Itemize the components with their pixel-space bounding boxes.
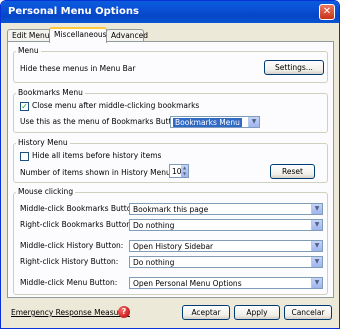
- stepper-arrows-icon[interactable]: ▲ ▼: [181, 165, 188, 177]
- right-click-history-label: Right-click History Button:: [20, 257, 119, 266]
- help-icon[interactable]: ?: [118, 306, 130, 318]
- mouse-clicking-group: Mouse clicking Middle-click Bookmarks Bu…: [13, 187, 328, 295]
- select-value: Bookmark this page: [133, 205, 209, 214]
- select-value: Bookmarks Menu: [173, 118, 242, 127]
- options-dialog: Personal Menu Options ✕ Edit Menus Misce…: [0, 0, 340, 329]
- tab-miscellaneous[interactable]: Miscellaneous: [49, 27, 107, 43]
- bookmarks-group: Bookmarks Menu ✓ Close menu after middle…: [13, 88, 328, 133]
- close-menu-label: Close menu after middle-clicking bookmar…: [32, 101, 200, 110]
- close-button[interactable]: ✕: [319, 4, 335, 20]
- select-value: Open Personal Menu Options: [133, 279, 242, 288]
- select-value: Do nothing: [133, 258, 175, 267]
- history-group-legend: History Menu: [16, 138, 70, 147]
- chevron-down-icon[interactable]: ▼: [248, 117, 259, 127]
- select-value: Open History Sidebar: [133, 242, 214, 251]
- reset-button[interactable]: Reset: [270, 164, 315, 179]
- tab-label: Advanced: [111, 31, 149, 40]
- hide-menus-label: Hide these menus in Menu Bar: [20, 64, 136, 73]
- right-click-bookmarks-label: Right-click Bookmarks Button:: [20, 220, 134, 229]
- menu-group-legend: Menu: [16, 46, 41, 55]
- accept-button[interactable]: Aceptar: [182, 305, 230, 320]
- middle-click-menu-label: Middle-click Menu Button:: [20, 278, 118, 287]
- chevron-down-icon[interactable]: ▼: [311, 241, 322, 251]
- middle-click-bookmarks-label: Middle-click Bookmarks Button:: [20, 204, 139, 213]
- hide-history-label: Hide all items before history items: [32, 151, 162, 160]
- history-group: History Menu Hide all items before histo…: [13, 138, 328, 183]
- tab-label: Miscellaneous: [54, 30, 107, 39]
- select-value: Do nothing: [133, 221, 175, 230]
- chevron-down-icon[interactable]: ▼: [311, 220, 322, 230]
- emergency-response-link[interactable]: Emergency Response Measures: [11, 308, 130, 317]
- middle-click-history-label: Middle-click History Button:: [20, 241, 124, 250]
- middle-click-history-select[interactable]: Open History Sidebar ▼: [129, 240, 323, 252]
- history-count-label: Number of items shown in History Menu:: [20, 168, 174, 177]
- middle-click-menu-select[interactable]: Open Personal Menu Options ▼: [129, 277, 323, 289]
- settings-button[interactable]: Settings...: [264, 60, 324, 75]
- chevron-down-icon[interactable]: ▼: [311, 204, 322, 214]
- bookmarks-button-menu-select[interactable]: Bookmarks Menu ▼: [170, 116, 260, 128]
- menu-group: Menu Hide these menus in Menu Bar Settin…: [13, 46, 328, 83]
- window-title: Personal Menu Options: [8, 6, 139, 17]
- use-menu-label: Use this as the menu of Bookmarks Button…: [20, 117, 184, 126]
- chevron-down-icon[interactable]: ▼: [311, 278, 322, 288]
- title-bar[interactable]: Personal Menu Options ✕: [1, 1, 339, 23]
- chevron-down-icon[interactable]: ▼: [311, 257, 322, 267]
- close-menu-checkbox[interactable]: ✓: [20, 102, 29, 111]
- tab-label: Edit Menus: [12, 31, 54, 40]
- middle-click-bookmarks-select[interactable]: Bookmark this page ▼: [129, 203, 323, 215]
- close-icon: ✕: [322, 6, 332, 17]
- right-click-bookmarks-select[interactable]: Do nothing ▼: [129, 219, 323, 231]
- bookmarks-group-legend: Bookmarks Menu: [16, 88, 85, 97]
- history-count-stepper[interactable]: 10 ▲ ▼: [169, 164, 189, 178]
- right-click-history-select[interactable]: Do nothing ▼: [129, 256, 323, 268]
- apply-button[interactable]: Apply: [234, 305, 280, 320]
- cancel-button[interactable]: Cancelar: [284, 305, 332, 320]
- hide-history-checkbox[interactable]: [20, 152, 29, 161]
- miscellaneous-panel: Menu Hide these menus in Menu Bar Settin…: [7, 41, 334, 298]
- mouse-group-legend: Mouse clicking: [16, 187, 76, 196]
